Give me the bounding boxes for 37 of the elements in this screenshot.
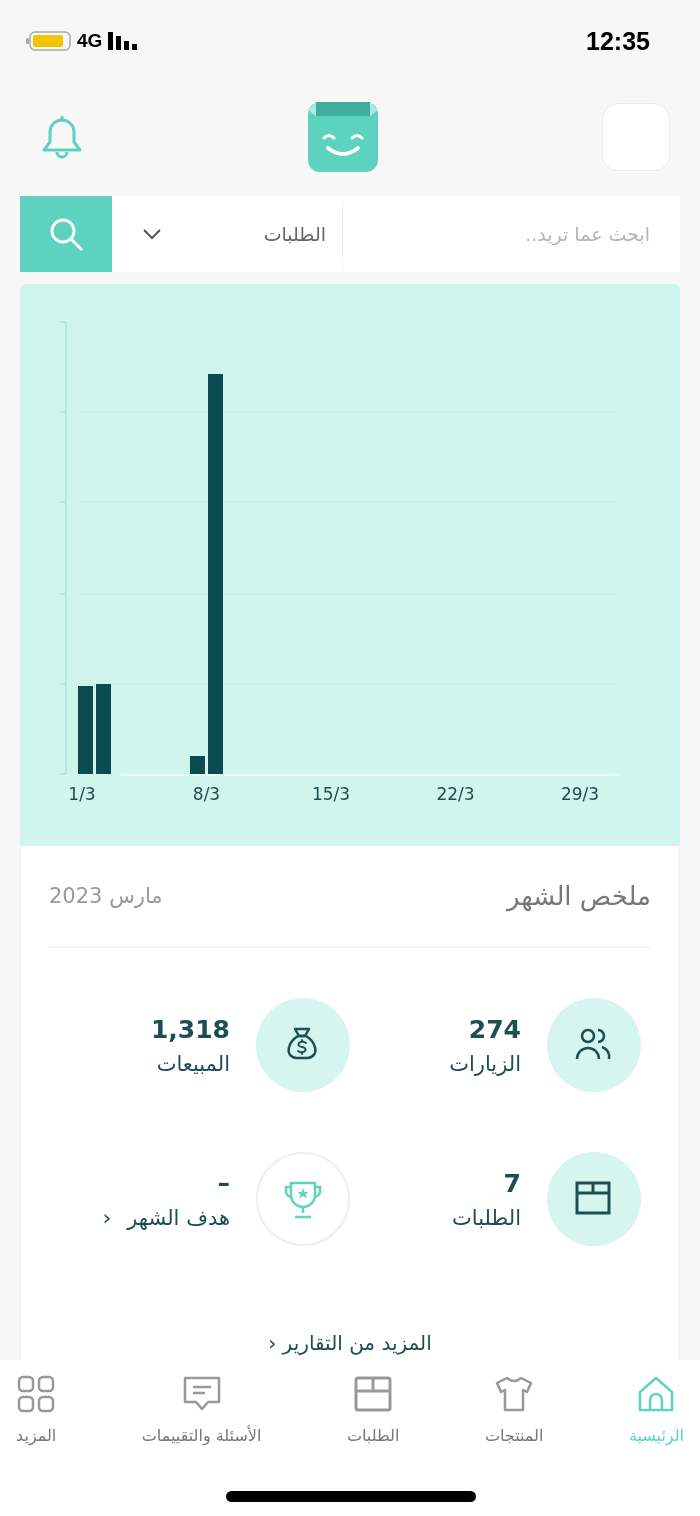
goal-link[interactable]: هدف الشهر — [127, 1205, 230, 1230]
notification-bell-icon[interactable] — [40, 114, 84, 160]
search-button[interactable] — [20, 196, 112, 272]
chevron-down-icon — [142, 228, 162, 240]
tab-item[interactable]: الأسئلة والتقييمات — [139, 1368, 264, 1451]
battery-icon — [26, 31, 71, 51]
stat-value: – — [216, 1168, 230, 1197]
axis-label: 8/3 — [191, 784, 222, 804]
section-title: ملخص الشهر — [506, 881, 651, 911]
axis-label: 15/3 — [310, 784, 352, 804]
axis-label: 29/3 — [559, 784, 601, 804]
stat-value: 274 — [467, 1014, 521, 1044]
tab-item[interactable]: المنتجات — [482, 1368, 546, 1451]
chevron-icon[interactable]: ‹ — [102, 1205, 112, 1230]
axis-label: 1/3 — [67, 784, 97, 804]
tab-item[interactable]: الطلبات — [344, 1368, 402, 1451]
category-dropdown[interactable]: الطلبات — [112, 196, 342, 272]
more-reports-link[interactable]: المزيد من التقارير ‹ — [262, 1330, 438, 1356]
stat-value: 7 — [502, 1168, 521, 1198]
stat-label: المبيعات — [156, 1051, 230, 1076]
stat-value: 1,318 — [150, 1014, 230, 1044]
search-icon — [49, 217, 83, 251]
search-field[interactable]: ابحث عما تريد.. — [343, 196, 680, 272]
tab-item[interactable]: المزيد — [14, 1368, 59, 1451]
period-label: مارس 2023 — [49, 884, 163, 908]
grid-icon — [16, 1374, 57, 1414]
stat-label: الزيارات — [449, 1051, 521, 1076]
box-icon — [353, 1374, 394, 1414]
stat-label: الطلبات — [452, 1205, 521, 1230]
t-shirt-icon — [494, 1374, 535, 1414]
clock: 12:35 — [586, 26, 650, 56]
network-type: 4G — [77, 30, 103, 52]
trophy-icon — [283, 1179, 323, 1219]
axis-label: 22/3 — [435, 784, 476, 804]
signal-icon — [108, 32, 139, 50]
chart-bar — [190, 756, 205, 774]
smiling-bag-logo — [308, 102, 378, 172]
